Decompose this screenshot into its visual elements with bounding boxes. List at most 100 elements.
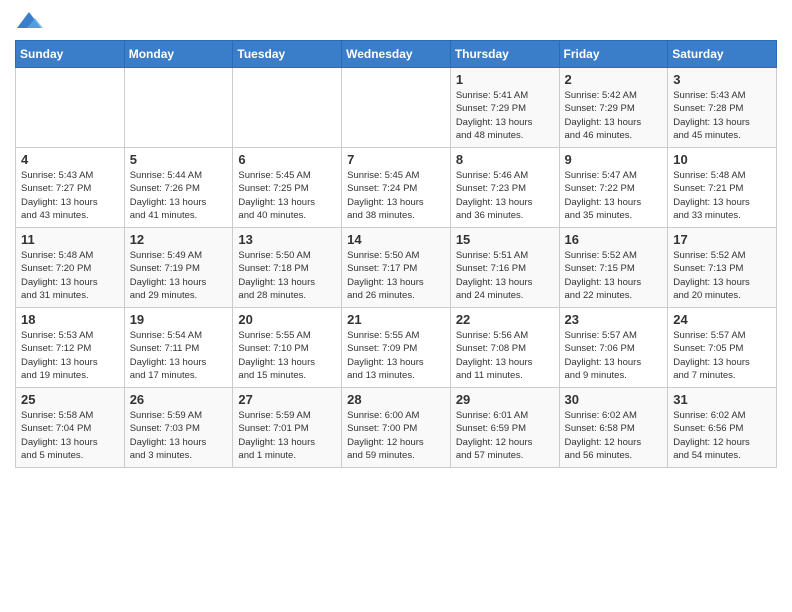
calendar-cell	[233, 68, 342, 148]
cell-info: Sunrise: 5:52 AM Sunset: 7:15 PM Dayligh…	[565, 249, 663, 302]
cell-info: Sunrise: 5:44 AM Sunset: 7:26 PM Dayligh…	[130, 169, 228, 222]
weekday-header-wednesday: Wednesday	[342, 41, 451, 68]
calendar-cell: 13 Sunrise: 5:50 AM Sunset: 7:18 PM Dayli…	[233, 228, 342, 308]
weekday-header-tuesday: Tuesday	[233, 41, 342, 68]
day-number: 27	[238, 392, 336, 407]
cell-info: Sunrise: 5:53 AM Sunset: 7:12 PM Dayligh…	[21, 329, 119, 382]
cell-info: Sunrise: 5:54 AM Sunset: 7:11 PM Dayligh…	[130, 329, 228, 382]
weekday-header-monday: Monday	[124, 41, 233, 68]
day-number: 30	[565, 392, 663, 407]
calendar-cell: 25 Sunrise: 5:58 AM Sunset: 7:04 PM Dayli…	[16, 388, 125, 468]
calendar-cell: 14 Sunrise: 5:50 AM Sunset: 7:17 PM Dayli…	[342, 228, 451, 308]
calendar-week-row: 25 Sunrise: 5:58 AM Sunset: 7:04 PM Dayli…	[16, 388, 777, 468]
cell-info: Sunrise: 5:47 AM Sunset: 7:22 PM Dayligh…	[565, 169, 663, 222]
calendar-cell: 22 Sunrise: 5:56 AM Sunset: 7:08 PM Dayli…	[450, 308, 559, 388]
day-number: 21	[347, 312, 445, 327]
calendar-cell: 16 Sunrise: 5:52 AM Sunset: 7:15 PM Dayli…	[559, 228, 668, 308]
calendar-cell: 23 Sunrise: 5:57 AM Sunset: 7:06 PM Dayli…	[559, 308, 668, 388]
cell-info: Sunrise: 5:58 AM Sunset: 7:04 PM Dayligh…	[21, 409, 119, 462]
calendar-week-row: 1 Sunrise: 5:41 AM Sunset: 7:29 PM Daylig…	[16, 68, 777, 148]
day-number: 12	[130, 232, 228, 247]
cell-info: Sunrise: 5:59 AM Sunset: 7:03 PM Dayligh…	[130, 409, 228, 462]
cell-info: Sunrise: 5:56 AM Sunset: 7:08 PM Dayligh…	[456, 329, 554, 382]
day-number: 1	[456, 72, 554, 87]
cell-info: Sunrise: 5:42 AM Sunset: 7:29 PM Dayligh…	[565, 89, 663, 142]
calendar-cell: 20 Sunrise: 5:55 AM Sunset: 7:10 PM Dayli…	[233, 308, 342, 388]
cell-info: Sunrise: 6:01 AM Sunset: 6:59 PM Dayligh…	[456, 409, 554, 462]
weekday-header-sunday: Sunday	[16, 41, 125, 68]
day-number: 25	[21, 392, 119, 407]
cell-info: Sunrise: 5:57 AM Sunset: 7:06 PM Dayligh…	[565, 329, 663, 382]
day-number: 13	[238, 232, 336, 247]
day-number: 20	[238, 312, 336, 327]
weekday-header-row: SundayMondayTuesdayWednesdayThursdayFrid…	[16, 41, 777, 68]
calendar-cell	[342, 68, 451, 148]
calendar-cell: 2Sunrise: 5:42 AM Sunset: 7:29 PM Daylig…	[559, 68, 668, 148]
cell-info: Sunrise: 5:41 AM Sunset: 7:29 PM Dayligh…	[456, 89, 554, 142]
calendar-table: SundayMondayTuesdayWednesdayThursdayFrid…	[15, 40, 777, 468]
day-number: 15	[456, 232, 554, 247]
calendar-cell: 9 Sunrise: 5:47 AM Sunset: 7:22 PM Daylig…	[559, 148, 668, 228]
calendar-header: SundayMondayTuesdayWednesdayThursdayFrid…	[16, 41, 777, 68]
calendar-week-row: 18 Sunrise: 5:53 AM Sunset: 7:12 PM Dayli…	[16, 308, 777, 388]
calendar-cell: 28 Sunrise: 6:00 AM Sunset: 7:00 PM Dayli…	[342, 388, 451, 468]
calendar-cell: 12 Sunrise: 5:49 AM Sunset: 7:19 PM Dayli…	[124, 228, 233, 308]
cell-info: Sunrise: 5:59 AM Sunset: 7:01 PM Dayligh…	[238, 409, 336, 462]
calendar-cell: 6Sunrise: 5:45 AM Sunset: 7:25 PM Daylig…	[233, 148, 342, 228]
calendar-cell	[124, 68, 233, 148]
logo	[15, 10, 47, 32]
header	[15, 10, 777, 32]
day-number: 9	[565, 152, 663, 167]
day-number: 24	[673, 312, 771, 327]
cell-info: Sunrise: 5:52 AM Sunset: 7:13 PM Dayligh…	[673, 249, 771, 302]
day-number: 18	[21, 312, 119, 327]
day-number: 23	[565, 312, 663, 327]
cell-info: Sunrise: 5:45 AM Sunset: 7:24 PM Dayligh…	[347, 169, 445, 222]
calendar-cell: 24 Sunrise: 5:57 AM Sunset: 7:05 PM Dayli…	[668, 308, 777, 388]
calendar-cell: 11Sunrise: 5:48 AM Sunset: 7:20 PM Dayli…	[16, 228, 125, 308]
calendar-cell: 3Sunrise: 5:43 AM Sunset: 7:28 PM Daylig…	[668, 68, 777, 148]
logo-icon	[15, 10, 43, 32]
calendar-cell: 7Sunrise: 5:45 AM Sunset: 7:24 PM Daylig…	[342, 148, 451, 228]
calendar-cell: 17 Sunrise: 5:52 AM Sunset: 7:13 PM Dayli…	[668, 228, 777, 308]
day-number: 6	[238, 152, 336, 167]
day-number: 29	[456, 392, 554, 407]
weekday-header-thursday: Thursday	[450, 41, 559, 68]
day-number: 31	[673, 392, 771, 407]
day-number: 17	[673, 232, 771, 247]
cell-info: Sunrise: 6:02 AM Sunset: 6:58 PM Dayligh…	[565, 409, 663, 462]
day-number: 26	[130, 392, 228, 407]
cell-info: Sunrise: 5:49 AM Sunset: 7:19 PM Dayligh…	[130, 249, 228, 302]
calendar-cell: 8Sunrise: 5:46 AM Sunset: 7:23 PM Daylig…	[450, 148, 559, 228]
day-number: 14	[347, 232, 445, 247]
cell-info: Sunrise: 5:50 AM Sunset: 7:17 PM Dayligh…	[347, 249, 445, 302]
day-number: 3	[673, 72, 771, 87]
weekday-header-saturday: Saturday	[668, 41, 777, 68]
day-number: 4	[21, 152, 119, 167]
calendar-cell: 18 Sunrise: 5:53 AM Sunset: 7:12 PM Dayli…	[16, 308, 125, 388]
calendar-cell: 26 Sunrise: 5:59 AM Sunset: 7:03 PM Dayli…	[124, 388, 233, 468]
day-number: 19	[130, 312, 228, 327]
day-number: 10	[673, 152, 771, 167]
calendar-cell: 1 Sunrise: 5:41 AM Sunset: 7:29 PM Daylig…	[450, 68, 559, 148]
cell-info: Sunrise: 5:46 AM Sunset: 7:23 PM Dayligh…	[456, 169, 554, 222]
day-number: 16	[565, 232, 663, 247]
cell-info: Sunrise: 5:48 AM Sunset: 7:20 PM Dayligh…	[21, 249, 119, 302]
cell-info: Sunrise: 5:50 AM Sunset: 7:18 PM Dayligh…	[238, 249, 336, 302]
calendar-cell: 5 Sunrise: 5:44 AM Sunset: 7:26 PM Daylig…	[124, 148, 233, 228]
weekday-header-friday: Friday	[559, 41, 668, 68]
cell-info: Sunrise: 5:57 AM Sunset: 7:05 PM Dayligh…	[673, 329, 771, 382]
cell-info: Sunrise: 5:55 AM Sunset: 7:09 PM Dayligh…	[347, 329, 445, 382]
cell-info: Sunrise: 6:00 AM Sunset: 7:00 PM Dayligh…	[347, 409, 445, 462]
calendar-cell: 19 Sunrise: 5:54 AM Sunset: 7:11 PM Dayli…	[124, 308, 233, 388]
cell-info: Sunrise: 5:43 AM Sunset: 7:27 PM Dayligh…	[21, 169, 119, 222]
cell-info: Sunrise: 5:55 AM Sunset: 7:10 PM Dayligh…	[238, 329, 336, 382]
calendar-cell	[16, 68, 125, 148]
cell-info: Sunrise: 5:51 AM Sunset: 7:16 PM Dayligh…	[456, 249, 554, 302]
day-number: 22	[456, 312, 554, 327]
calendar-cell: 27 Sunrise: 5:59 AM Sunset: 7:01 PM Dayli…	[233, 388, 342, 468]
day-number: 5	[130, 152, 228, 167]
calendar-cell: 31Sunrise: 6:02 AM Sunset: 6:56 PM Dayli…	[668, 388, 777, 468]
day-number: 28	[347, 392, 445, 407]
calendar-cell: 30 Sunrise: 6:02 AM Sunset: 6:58 PM Dayli…	[559, 388, 668, 468]
